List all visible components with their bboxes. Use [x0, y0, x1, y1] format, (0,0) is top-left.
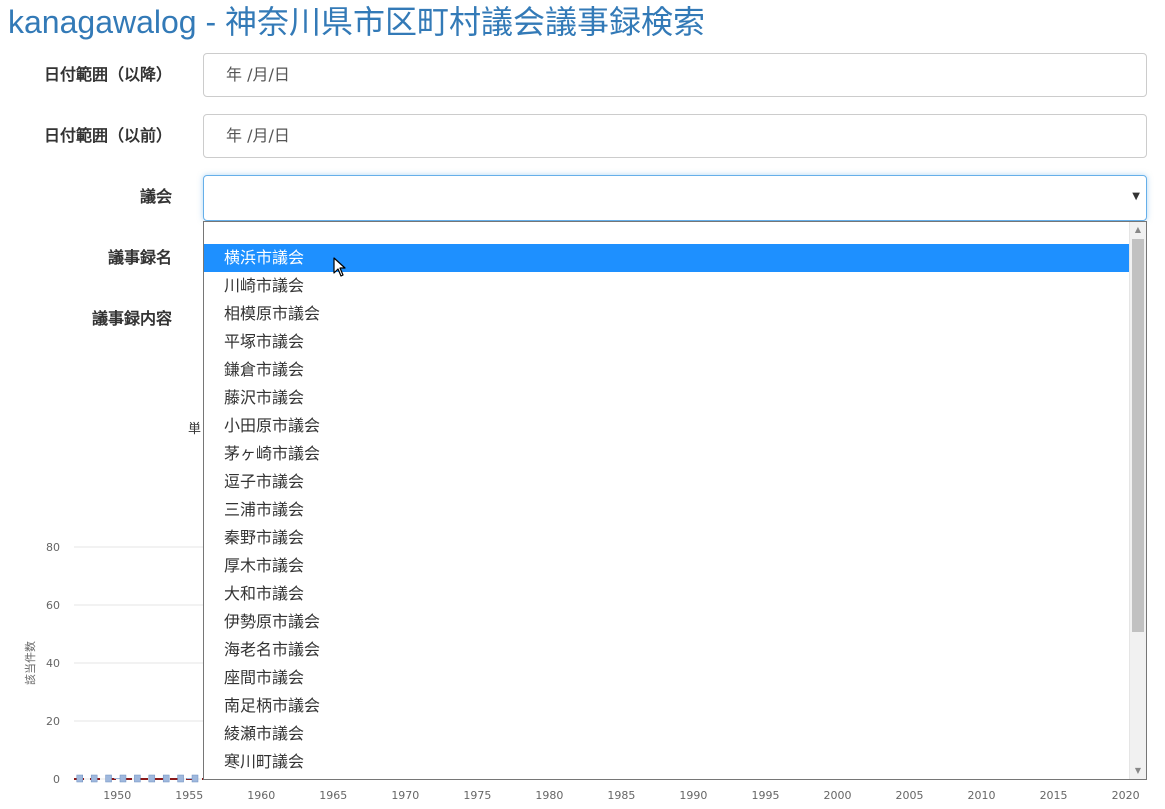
chart-bar-marker	[191, 774, 199, 783]
x-tick-label: 1985	[607, 789, 635, 802]
x-tick-label: 1990	[679, 789, 707, 802]
mouse-pointer-icon	[333, 257, 346, 277]
council-dropdown-list[interactable]: 横浜市議会 川崎市議会 相模原市議会 平塚市議会 鎌倉市議会 藤沢市議会 小田原市議会 茅ヶ崎…	[203, 221, 1147, 780]
dropdown-option[interactable]: 鎌倉市議会	[204, 356, 1130, 384]
y-tick-label: 80	[46, 541, 60, 554]
dropdown-scrollbar[interactable]: ▲ ▼	[1129, 222, 1146, 779]
minutes-name-label: 議事録名	[107, 248, 172, 267]
minutes-content-label: 議事録内容	[91, 309, 172, 328]
chart-bar-marker	[105, 774, 112, 783]
dropdown-blank-option[interactable]	[204, 222, 1146, 244]
dropdown-option[interactable]: 相模原市議会	[204, 300, 1130, 328]
dropdown-option[interactable]: 平塚市議会	[204, 328, 1130, 356]
dropdown-option[interactable]: 大和市議会	[204, 580, 1130, 608]
date-to-input[interactable]: 年 /月/日	[203, 114, 1147, 158]
dropdown-option[interactable]: 海老名市議会	[204, 636, 1130, 664]
chart-bar-marker	[90, 774, 98, 783]
page-title: kanagawalog - 神奈川県市区町村議会議事録検索	[8, 4, 706, 40]
x-tick-label: 2000	[823, 789, 851, 802]
x-tick-label: 2020	[1112, 789, 1140, 802]
dropdown-option[interactable]: 秦野市議会	[204, 524, 1130, 552]
dropdown-option[interactable]: 伊勢原市議会	[204, 608, 1130, 636]
chart-bar-marker	[119, 774, 127, 783]
scroll-down-icon[interactable]: ▼	[1130, 763, 1146, 779]
council-select[interactable]: ▼	[203, 175, 1147, 221]
scroll-up-icon[interactable]: ▲	[1130, 222, 1146, 238]
dropdown-option[interactable]: 藤沢市議会	[204, 384, 1130, 412]
x-tick-label: 1965	[319, 789, 347, 802]
dropdown-option[interactable]: 茅ヶ崎市議会	[204, 440, 1130, 468]
x-tick-label: 1980	[535, 789, 563, 802]
chart-bar	[114, 778, 121, 779]
x-tick-label: 2005	[896, 789, 924, 802]
dropdown-option[interactable]: 三浦市議会	[204, 496, 1130, 524]
chart-bar-marker	[76, 774, 84, 783]
dropdown-option[interactable]: 寒川町議会	[204, 748, 1130, 776]
x-tick-label: 2010	[968, 789, 996, 802]
dropdown-option[interactable]: 逗子市議会	[204, 468, 1130, 496]
x-tick-label: 1950	[103, 789, 131, 802]
date-from-label: 日付範囲（以降）	[43, 65, 172, 84]
dropdown-option[interactable]: 南足柄市議会	[204, 692, 1130, 720]
dropdown-option[interactable]: 座間市議会	[204, 664, 1130, 692]
x-tick-label: 1975	[463, 789, 491, 802]
x-tick-label: 1970	[391, 789, 419, 802]
date-to-label: 日付範囲（以前）	[43, 126, 172, 145]
chart-bar-marker	[134, 774, 141, 783]
dropdown-option[interactable]: 厚木市議会	[204, 552, 1130, 580]
chart-bar-marker	[148, 774, 156, 783]
dropdown-option[interactable]: 綾瀬市議会	[204, 720, 1130, 748]
y-axis-label: 該当件数	[23, 641, 37, 685]
y-tick-label: 40	[46, 657, 60, 670]
x-tick-label: 1955	[175, 789, 203, 802]
dropdown-option[interactable]: 小田原市議会	[204, 412, 1130, 440]
y-tick-label: 0	[53, 773, 60, 786]
chevron-down-icon: ▼	[1132, 191, 1140, 202]
x-tick-label: 1960	[247, 789, 275, 802]
x-tick-label: 2015	[1040, 789, 1068, 802]
scrollbar-thumb[interactable]	[1132, 239, 1144, 632]
y-tick-label: 60	[46, 599, 60, 612]
y-tick-label: 20	[46, 715, 60, 728]
chart-bar-marker	[177, 774, 184, 783]
council-label: 議会	[139, 187, 172, 206]
chart-bar	[186, 778, 193, 779]
x-tick-label: 1995	[751, 789, 779, 802]
date-from-input[interactable]: 年 /月/日	[203, 53, 1147, 97]
chart-bar-marker	[162, 774, 170, 783]
dropdown-options: 横浜市議会 川崎市議会 相模原市議会 平塚市議会 鎌倉市議会 藤沢市議会 小田原市議会 茅ヶ崎…	[204, 244, 1146, 776]
